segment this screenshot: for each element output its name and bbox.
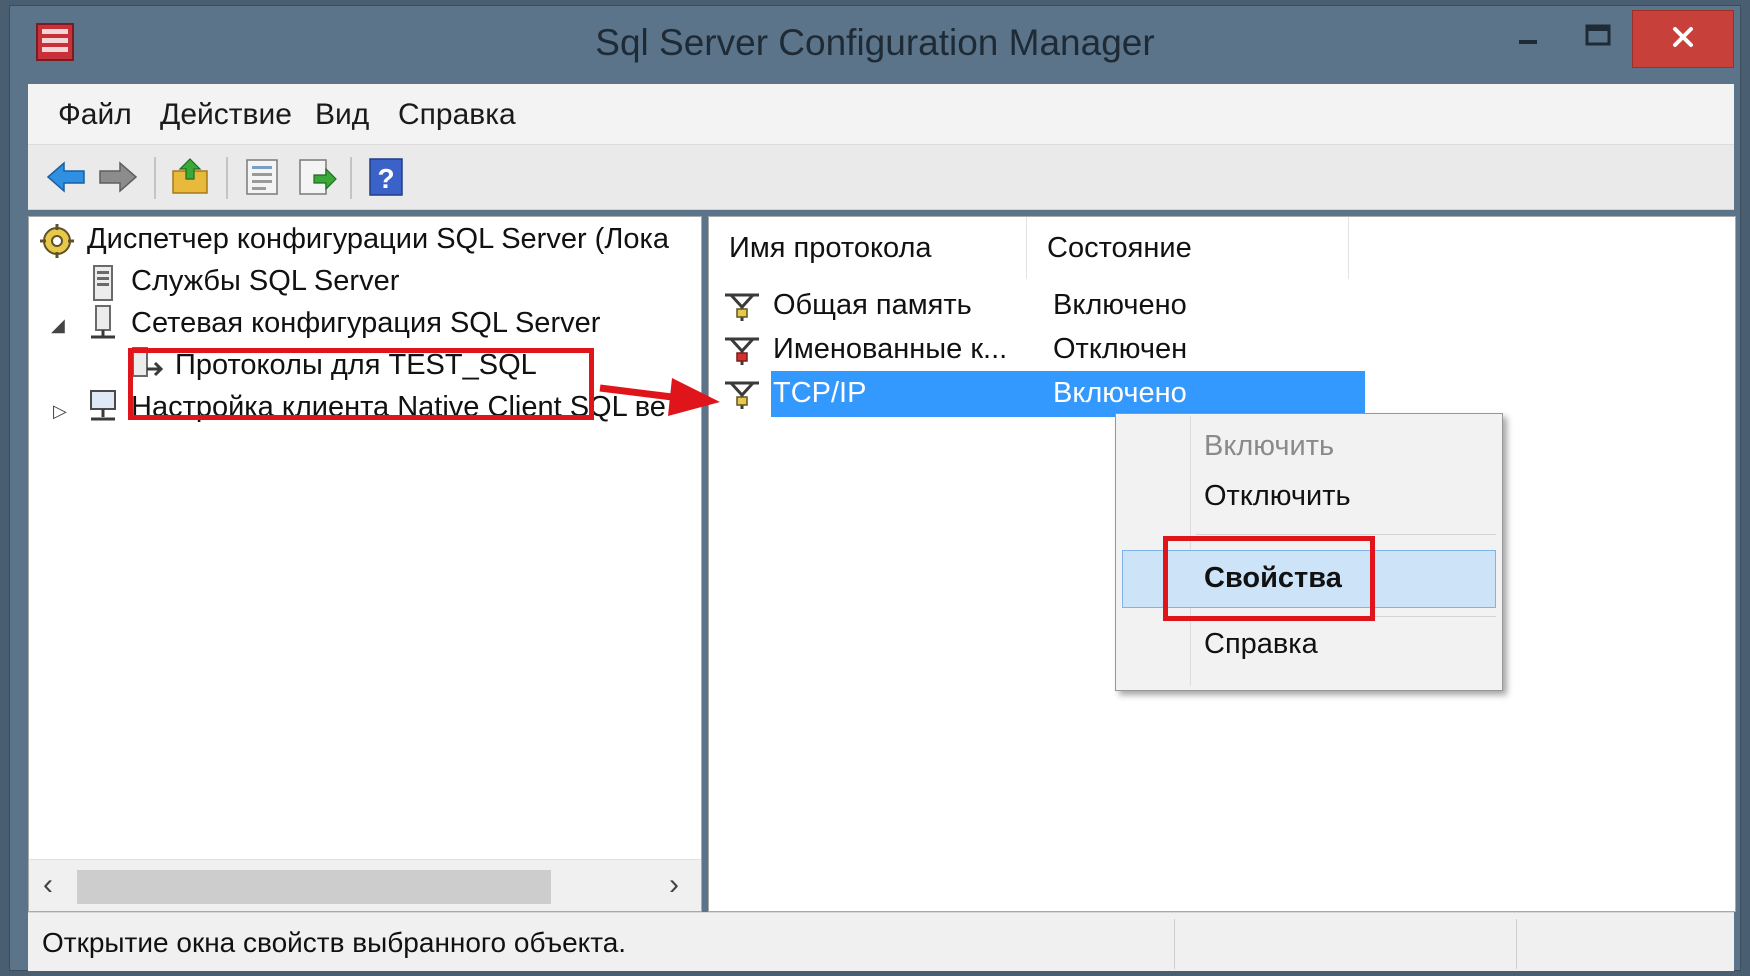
protocol-name: TCP/IP [773,377,867,409]
app-window: Sql Server Configuration Manager Файл Де… [10,6,1740,971]
tree-item-root[interactable]: Диспетчер конфигурации SQL Server (Лока [87,223,669,256]
menu-item-help[interactable]: Справка [1204,628,1318,661]
export-list-icon[interactable] [294,155,338,199]
minimize-icon[interactable] [1498,14,1558,62]
table-row-selected[interactable]: TCP/IP Включено [717,371,1717,417]
tree-item-services[interactable]: Службы SQL Server [131,265,399,298]
annotation-arrow-icon [599,378,720,416]
table-row[interactable]: Общая память Включено [717,283,1717,329]
expand-arrow-icon[interactable]: ▷ [53,401,67,422]
menu-item-enable[interactable]: Включить [1204,430,1334,463]
annotation-highlight-protocols [128,348,594,420]
status-bar: Открытие окна свойств выбранного объекта… [28,912,1734,971]
toolbar-separator [154,157,156,199]
protocol-state: Включено [1053,289,1187,321]
client-config-icon [90,390,116,421]
svg-text:?: ? [377,163,394,194]
tree-item-network[interactable]: Сетевая конфигурация SQL Server [131,307,600,340]
title-bar[interactable]: Sql Server Configuration Manager [10,6,1740,84]
properties-icon[interactable] [240,155,284,199]
close-button[interactable] [1632,10,1734,68]
forward-arrow-icon[interactable] [96,155,140,199]
horizontal-scrollbar[interactable]: ‹ › [29,859,701,911]
menu-action[interactable]: Действие [160,98,292,132]
network-config-icon [91,305,115,339]
toolbar: ? [28,145,1734,210]
window-title: Sql Server Configuration Manager [595,22,1155,63]
status-divider [1174,919,1175,969]
protocol-icon [725,381,759,409]
status-divider [1516,919,1517,969]
scroll-right-icon[interactable]: › [669,868,679,902]
menu-item-disable[interactable]: Отключить [1204,480,1351,513]
column-header-name[interactable]: Имя протокола [709,217,1027,279]
protocol-state: Отключен [1053,333,1188,365]
column-header-state[interactable]: Состояние [1027,217,1349,279]
menu-help[interactable]: Справка [398,98,516,132]
back-arrow-icon[interactable] [44,155,88,199]
status-text: Открытие окна свойств выбранного объекта… [42,927,627,958]
scroll-left-icon[interactable]: ‹ [43,868,53,902]
scrollbar-thumb[interactable] [77,870,551,904]
protocol-icon [725,293,759,321]
table-row[interactable]: Именованные к... Отключен [717,327,1717,373]
up-folder-icon[interactable] [168,155,212,199]
close-icon [1673,27,1693,47]
tree-pane[interactable]: Диспетчер конфигурации SQL Server (Лока … [28,216,702,912]
protocol-name: Именованные к... [773,333,1008,365]
server-services-icon [93,265,113,301]
protocol-name: Общая память [773,289,972,321]
menu-file[interactable]: Файл [58,98,132,132]
menu-separator [1196,534,1496,535]
config-manager-icon [40,224,74,258]
help-icon[interactable]: ? [364,155,408,199]
menu-bar: Файл Действие Вид Справка [28,84,1734,145]
toolbar-separator [226,157,228,199]
protocol-state: Включено [1053,377,1187,409]
toolbar-separator [350,157,352,199]
collapse-arrow-icon[interactable]: ◢ [51,315,65,336]
maximize-icon[interactable] [1566,14,1628,62]
menu-view[interactable]: Вид [315,98,369,132]
protocol-icon [725,337,759,365]
annotation-highlight-properties [1163,536,1375,621]
